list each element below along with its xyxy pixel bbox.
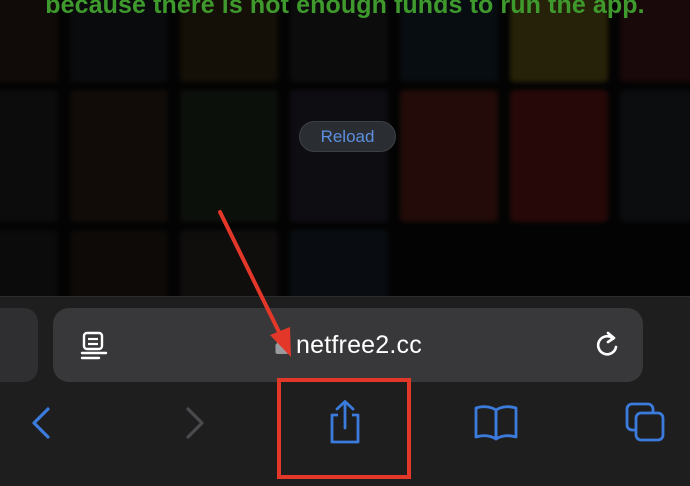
- refresh-icon[interactable]: [593, 330, 623, 360]
- web-content: because there is not enough funds to run…: [0, 0, 690, 296]
- reload-button[interactable]: Reload: [299, 121, 396, 152]
- chevron-right-icon: [186, 407, 204, 439]
- tabs-button[interactable]: [624, 401, 666, 443]
- share-highlight-box: [277, 378, 411, 479]
- url-text[interactable]: netfree2.cc: [296, 331, 422, 360]
- previous-tab-preview[interactable]: [0, 308, 38, 382]
- lock-icon: [274, 335, 290, 355]
- bookmarks-button[interactable]: [472, 403, 520, 441]
- chevron-left-icon: [32, 407, 50, 439]
- forward-button[interactable]: [180, 405, 210, 441]
- address-bar[interactable]: netfree2.cc: [53, 308, 643, 382]
- error-message: because there is not enough funds to run…: [45, 0, 645, 19]
- book-icon: [474, 405, 518, 441]
- back-button[interactable]: [26, 405, 56, 441]
- tabs-icon: [625, 402, 665, 442]
